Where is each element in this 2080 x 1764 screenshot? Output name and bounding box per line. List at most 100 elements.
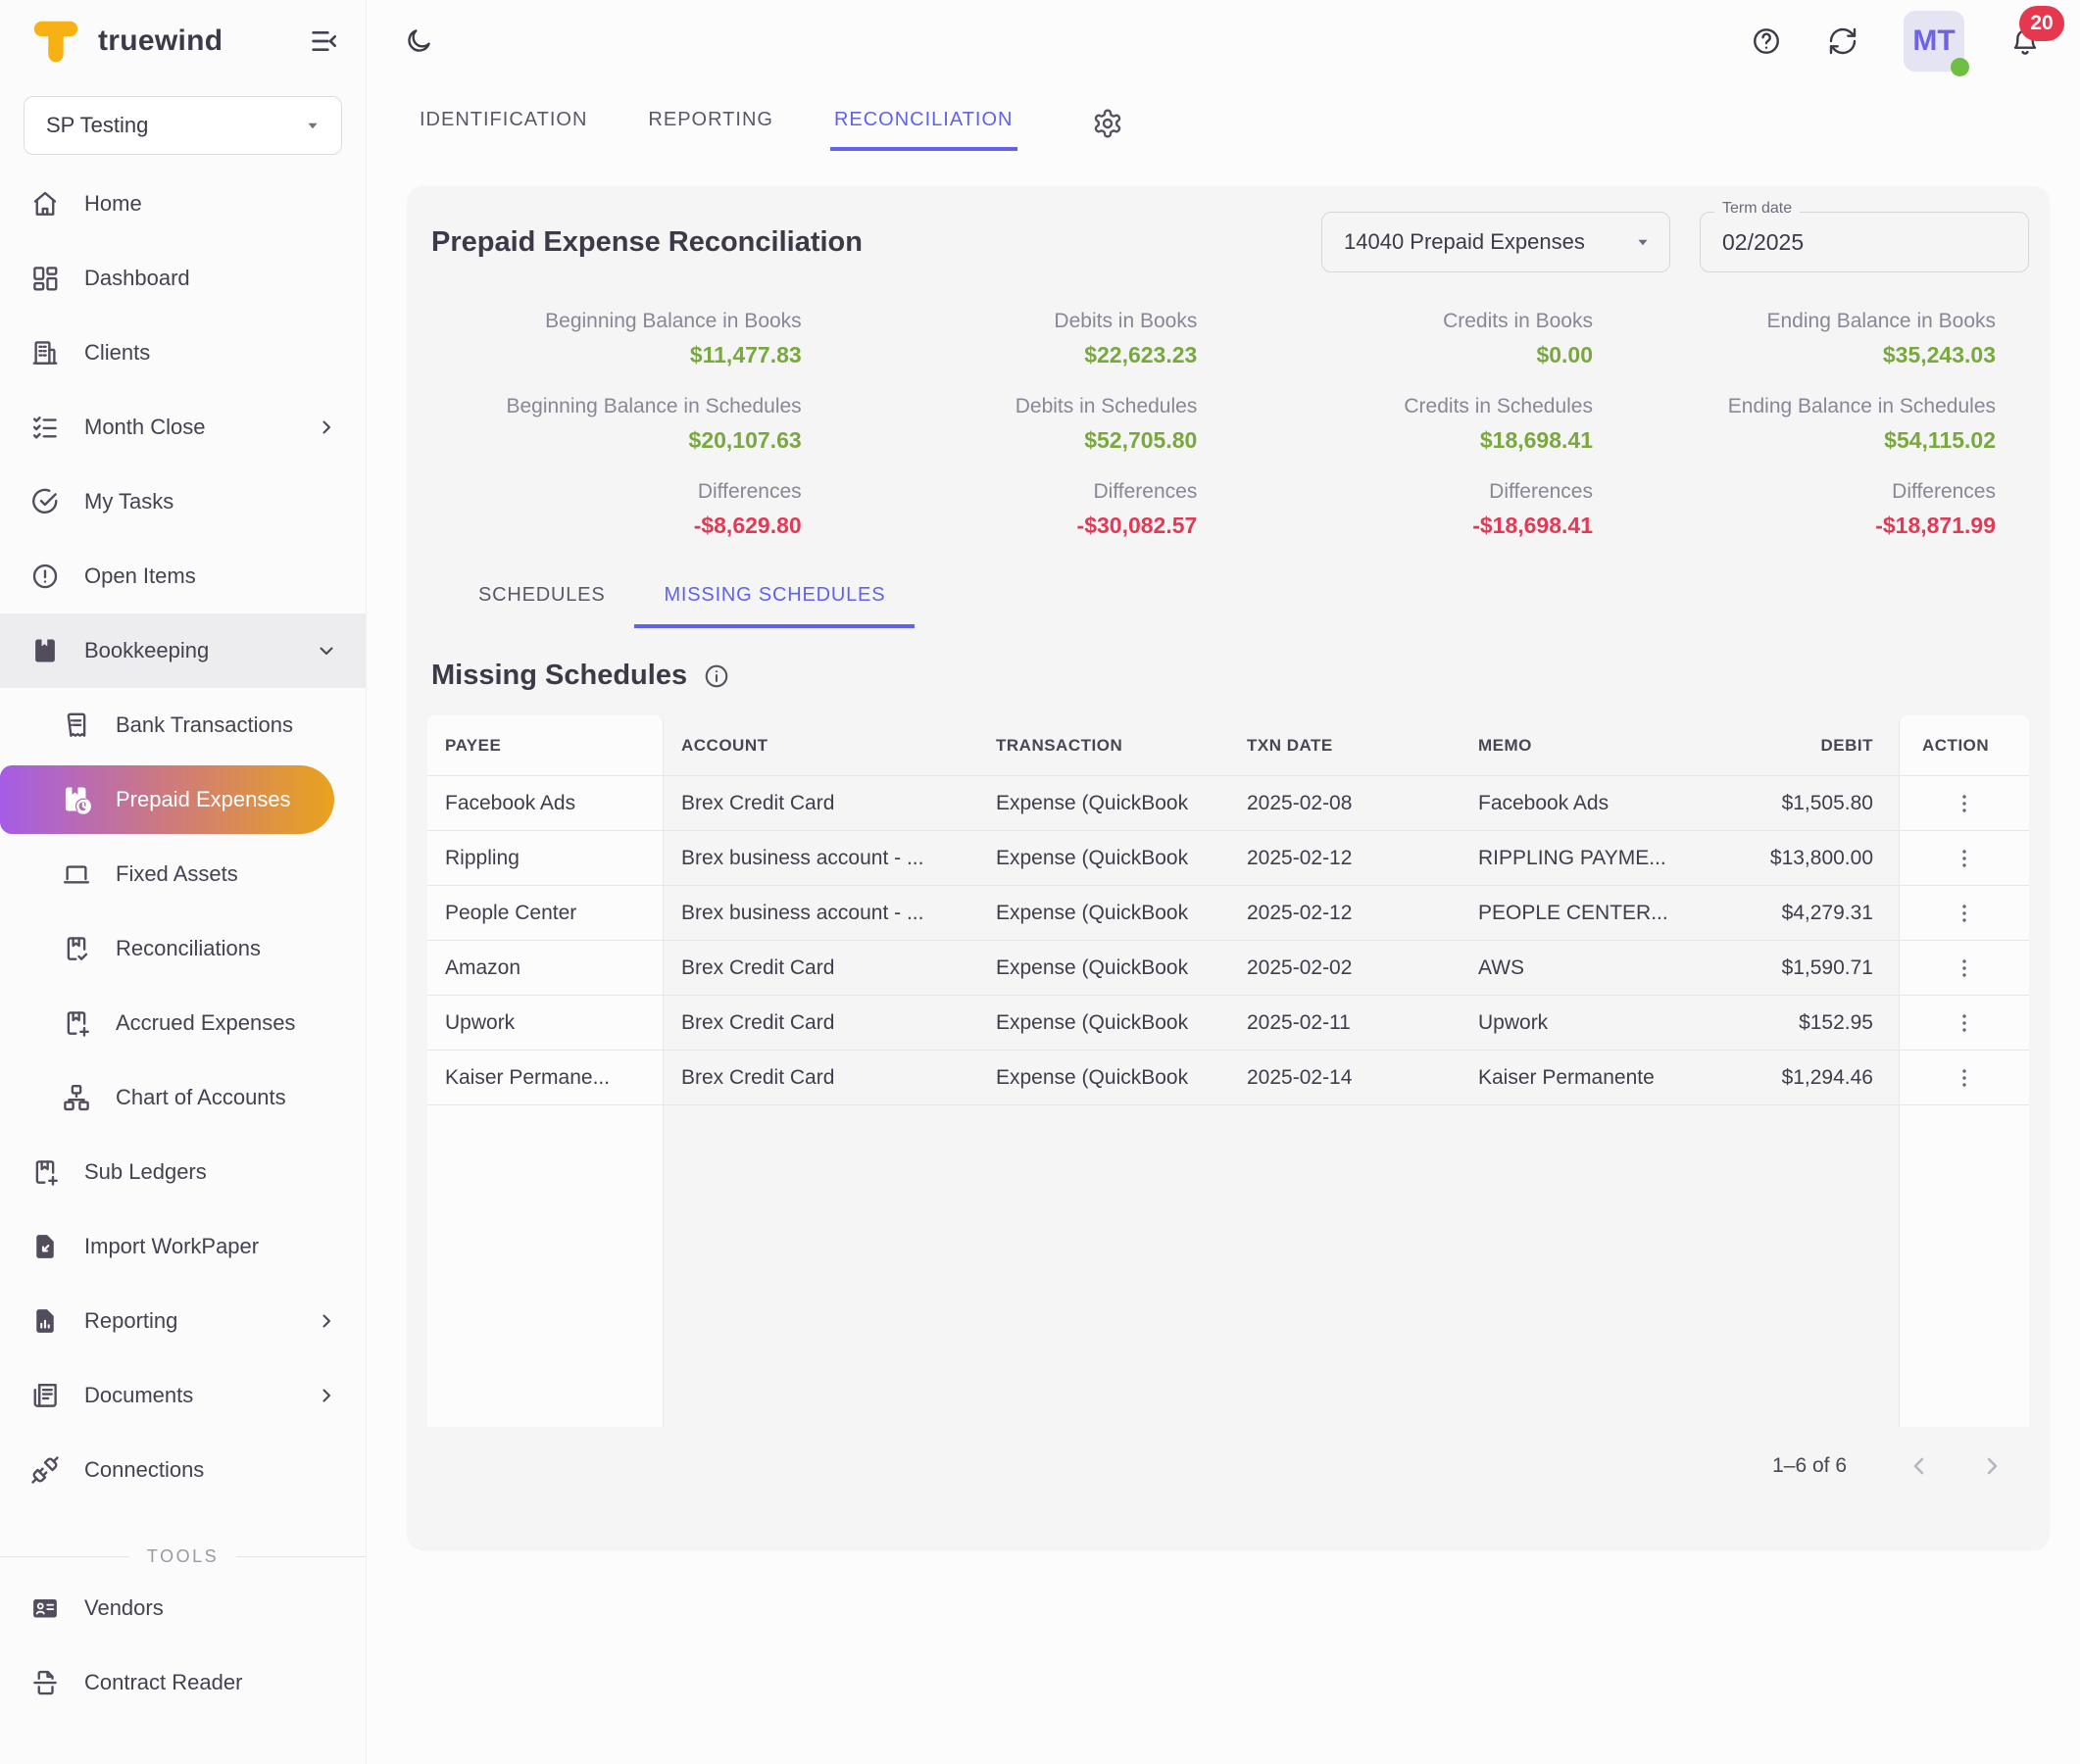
sidebar-item-sub-ledgers[interactable]: Sub Ledgers: [0, 1135, 366, 1209]
page-title: Prepaid Expense Reconciliation: [431, 226, 863, 259]
help-icon[interactable]: [1751, 25, 1782, 57]
row-menu-icon[interactable]: [1952, 956, 1977, 981]
summary-column-ending: Ending Balance in Books $35,243.03 Endin…: [1636, 310, 1996, 539]
cell-memo: PEOPLE CENTER...: [1461, 902, 1718, 925]
table-row[interactable]: People Center Brex business account - ..…: [427, 886, 2029, 941]
sidebar-item-connections[interactable]: Connections: [0, 1433, 366, 1507]
section-title: Missing Schedules: [431, 660, 687, 692]
cell-memo: Kaiser Permanente: [1461, 1066, 1718, 1090]
next-page-icon[interactable]: [1978, 1452, 2006, 1480]
sidebar-item-bank-transactions[interactable]: Bank Transactions: [0, 688, 366, 762]
online-status-dot: [1951, 58, 1969, 76]
sidebar-item-chart-of-accounts[interactable]: Chart of Accounts: [0, 1060, 366, 1135]
column-header-payee[interactable]: PAYEE: [427, 736, 664, 756]
workspace-selector[interactable]: SP Testing: [24, 96, 342, 155]
user-avatar[interactable]: MT: [1904, 11, 1964, 72]
sidebar-item-accrued-expenses[interactable]: Accrued Expenses: [0, 986, 366, 1060]
subtab-missing-schedules[interactable]: MISSING SCHEDULES: [634, 584, 915, 628]
subtab-schedules[interactable]: SCHEDULES: [449, 584, 634, 628]
summary-label: Debits in Schedules: [845, 395, 1198, 418]
balance-summary: Beginning Balance in Books $11,477.83 Be…: [427, 310, 1996, 539]
main-area: MT 20 IDENTIFICATION REPORTING RECONCI: [367, 0, 2080, 1764]
term-date-field[interactable]: Term date 02/2025: [1700, 212, 2029, 272]
notifications-button[interactable]: 20: [2009, 25, 2041, 57]
cell-memo: AWS: [1461, 956, 1718, 980]
cell-memo: Facebook Ads: [1461, 792, 1718, 815]
sidebar-item-documents[interactable]: Documents: [0, 1358, 366, 1433]
book-icon: [29, 635, 61, 666]
sidebar-collapse-icon[interactable]: [309, 25, 340, 57]
sidebar-item-label: Month Close: [84, 415, 206, 440]
scan-document-icon: [29, 1667, 61, 1698]
sidebar-item-import-workpaper[interactable]: Import WorkPaper: [0, 1209, 366, 1284]
app-root: truewind SP Testing Home: [0, 0, 2080, 1764]
building-icon: [29, 337, 61, 368]
table-row[interactable]: Amazon Brex Credit Card Expense (QuickBo…: [427, 941, 2029, 996]
summary-value: -$30,082.57: [845, 513, 1198, 539]
cell-transaction: Expense (QuickBook: [978, 1011, 1229, 1035]
chevron-right-icon: [315, 416, 338, 439]
sidebar-item-prepaid-expenses[interactable]: Prepaid Expenses: [0, 765, 334, 834]
row-menu-icon[interactable]: [1952, 791, 1977, 816]
cell-transaction: Expense (QuickBook: [978, 792, 1229, 815]
table-row[interactable]: Kaiser Permane... Brex Credit Card Expen…: [427, 1051, 2029, 1105]
sidebar-item-dashboard[interactable]: Dashboard: [0, 241, 366, 316]
column-header-account[interactable]: ACCOUNT: [664, 736, 978, 756]
cell-payee: People Center: [427, 902, 664, 925]
sidebar-item-reporting[interactable]: Reporting: [0, 1284, 366, 1358]
pagination-buttons: [1906, 1452, 2006, 1480]
column-header-action: ACTION: [1899, 736, 2029, 756]
summary-value: $52,705.80: [845, 427, 1198, 454]
sidebar-item-open-items[interactable]: Open Items: [0, 539, 366, 613]
refresh-icon[interactable]: [1827, 25, 1858, 57]
sidebar-item-fixed-assets[interactable]: Fixed Assets: [0, 837, 366, 911]
table-row[interactable]: Upwork Brex Credit Card Expense (QuickBo…: [427, 996, 2029, 1051]
summary-column-debits: Debits in Books $22,623.23 Debits in Sch…: [845, 310, 1198, 539]
dark-mode-toggle-icon[interactable]: [404, 26, 433, 56]
account-select[interactable]: 14040 Prepaid Expenses: [1321, 212, 1670, 272]
cell-account: Brex business account - ...: [664, 902, 978, 925]
row-menu-icon[interactable]: [1952, 901, 1977, 926]
sidebar-item-clients[interactable]: Clients: [0, 316, 366, 390]
chevron-right-icon: [315, 1309, 338, 1333]
sidebar-item-home[interactable]: Home: [0, 167, 366, 241]
sidebar-item-my-tasks[interactable]: My Tasks: [0, 465, 366, 539]
column-header-txn-date[interactable]: TXN DATE: [1229, 736, 1461, 756]
cell-payee: Upwork: [427, 1011, 664, 1035]
sidebar-item-label: Open Items: [84, 564, 196, 589]
cell-transaction: Expense (QuickBook: [978, 847, 1229, 870]
cell-debit: $1,505.80: [1718, 792, 1899, 815]
sidebar-item-bookkeeping[interactable]: Bookkeeping: [0, 613, 366, 688]
column-header-memo[interactable]: MEMO: [1461, 736, 1718, 756]
previous-page-icon[interactable]: [1906, 1452, 1933, 1480]
summary-value: $0.00: [1240, 342, 1593, 368]
sidebar-nav: Home Dashboard Clients: [0, 167, 366, 1764]
settings-gear-icon[interactable]: [1092, 108, 1123, 139]
tab-identification[interactable]: IDENTIFICATION: [416, 109, 591, 151]
sidebar-item-contract-reader[interactable]: Contract Reader: [0, 1645, 366, 1720]
sidebar-item-vendors[interactable]: Vendors: [0, 1571, 366, 1645]
tab-reconciliation[interactable]: RECONCILIATION: [830, 109, 1017, 151]
row-menu-icon[interactable]: [1952, 1065, 1977, 1091]
info-icon[interactable]: [703, 662, 730, 690]
sidebar-item-label: Fixed Assets: [116, 861, 238, 887]
sidebar-item-label: Reporting: [84, 1308, 177, 1334]
row-menu-icon[interactable]: [1952, 1010, 1977, 1036]
table-row[interactable]: Facebook Ads Brex Credit Card Expense (Q…: [427, 776, 2029, 831]
sidebar-item-month-close[interactable]: Month Close: [0, 390, 366, 465]
cell-account: Brex business account - ...: [664, 847, 978, 870]
summary-value: $20,107.63: [427, 427, 802, 454]
table-row[interactable]: Rippling Brex business account - ... Exp…: [427, 831, 2029, 886]
file-chart-icon: [29, 1305, 61, 1337]
column-header-debit[interactable]: DEBIT: [1718, 736, 1899, 756]
sidebar-item-label: Chart of Accounts: [116, 1085, 286, 1110]
column-header-transaction[interactable]: TRANSACTION: [978, 736, 1229, 756]
sidebar-item-reconciliations[interactable]: Reconciliations: [0, 911, 366, 986]
book-clock-icon: [61, 784, 92, 815]
book-plus-icon: [29, 1156, 61, 1188]
row-menu-icon[interactable]: [1952, 846, 1977, 871]
tab-reporting[interactable]: REPORTING: [644, 109, 777, 151]
avatar-initials: MT: [1912, 24, 1955, 58]
missing-schedules-table: PAYEE ACCOUNT TRANSACTION TXN DATE MEMO …: [427, 715, 2029, 1427]
brand-row: truewind: [0, 0, 366, 82]
